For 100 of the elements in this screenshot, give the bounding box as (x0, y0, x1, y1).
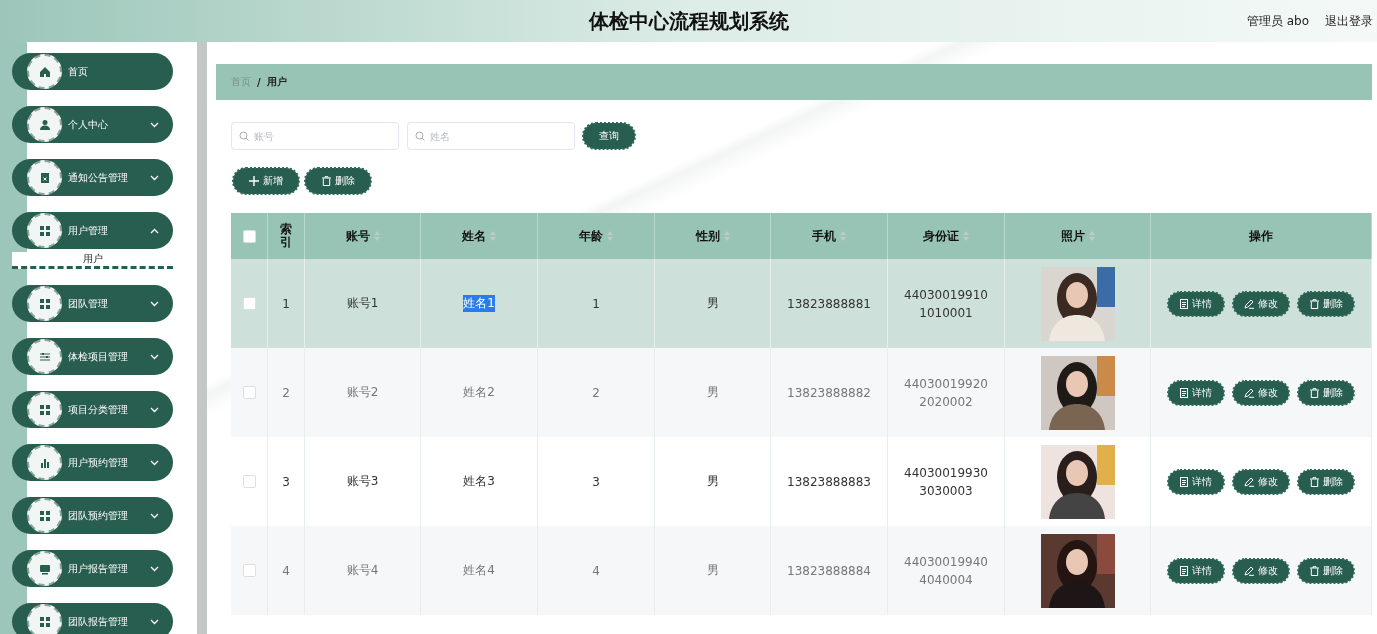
sort-icon[interactable] (1088, 231, 1095, 241)
edit-button[interactable]: 修改 (1233, 380, 1289, 405)
sidebar-item[interactable]: 团队报告管理 (12, 603, 173, 634)
row-checkbox[interactable] (242, 475, 256, 488)
delete-button[interactable]: 删除 (305, 168, 371, 194)
trash-icon (1309, 565, 1319, 576)
grid-icon (38, 509, 51, 522)
sidebar-item[interactable]: 用户预约管理 (12, 444, 173, 481)
table-cell: 姓名4 (463, 562, 495, 579)
delete-button[interactable]: 删除 (1298, 291, 1354, 316)
table-cell: 3 (282, 474, 290, 489)
details-button[interactable]: 详情 (1168, 469, 1224, 494)
table-cell: 3 (592, 474, 600, 489)
sidebar-item[interactable]: 团队预约管理 (12, 497, 173, 534)
delete-button[interactable]: 删除 (1298, 469, 1354, 494)
trash-icon (1309, 476, 1319, 487)
row-checkbox[interactable] (242, 386, 256, 399)
app-title: 体检中心流程规划系统 (588, 7, 789, 35)
details-button[interactable]: 详情 (1168, 291, 1224, 316)
search-icon (239, 131, 249, 141)
column-header: 操作 (1249, 227, 1273, 245)
plus-icon (249, 176, 259, 186)
table-cell: 13823888882 (787, 385, 871, 400)
search-field[interactable]: 姓名 (407, 122, 575, 150)
select-all-checkbox[interactable] (242, 229, 256, 243)
sidebar-item[interactable]: 个人中心 (12, 106, 173, 143)
document-icon (1180, 298, 1188, 309)
table-cell: 4 (592, 563, 600, 578)
table-cell-text: 440300199404040004 (903, 553, 989, 589)
sidebar-item[interactable]: 用户报告管理 (12, 550, 173, 587)
clipboard-icon (38, 171, 51, 184)
user-icon (38, 118, 51, 131)
table-cell: 13823888881 (787, 296, 871, 311)
delete-button[interactable]: 删除 (1298, 558, 1354, 583)
sidebar-item[interactable]: 团队管理 (12, 285, 173, 322)
details-button[interactable]: 详情 (1168, 380, 1224, 405)
document-icon (1180, 565, 1188, 576)
table-cell: 2 (282, 385, 290, 400)
table-cell: 账号2 (346, 384, 379, 401)
pen-icon (1244, 298, 1254, 309)
table-cell: 男 (706, 562, 719, 579)
grid-icon (38, 615, 51, 628)
column-header: 照片 (1060, 227, 1085, 245)
sort-icon[interactable] (723, 231, 730, 241)
sliders-icon (38, 350, 51, 363)
row-checkbox[interactable] (242, 564, 256, 577)
document-icon (1180, 476, 1188, 487)
sort-icon[interactable] (840, 231, 846, 241)
row-checkbox[interactable] (242, 297, 256, 310)
sidebar-item[interactable]: 体检项目管理 (12, 338, 173, 375)
table-cell: 男 (706, 295, 719, 312)
table-cell: 账号3 (346, 473, 379, 490)
search-field[interactable]: 账号 (231, 122, 399, 150)
pen-icon (1244, 565, 1254, 576)
table-cell: 账号1 (346, 295, 379, 312)
home-icon (38, 65, 51, 78)
edit-button[interactable]: 修改 (1233, 469, 1289, 494)
trash-icon (1309, 387, 1319, 398)
edit-button[interactable]: 修改 (1233, 291, 1289, 316)
table-cell-text: 440300199101010001 (903, 286, 989, 322)
monitor-icon (38, 562, 51, 575)
table-cell: 账号4 (346, 562, 379, 579)
table-cell: 男 (706, 473, 719, 490)
sort-icon[interactable] (373, 231, 380, 241)
pen-icon (1244, 476, 1254, 487)
sidebar-item[interactable]: 用户管理 (12, 212, 173, 249)
column-header: 手机 (812, 227, 836, 245)
breadcrumb-separator: / (257, 76, 261, 88)
column-header: 身份证 (923, 227, 959, 245)
document-icon (1180, 387, 1188, 398)
sort-icon[interactable] (963, 231, 969, 241)
table-cell: 姓名2 (463, 384, 495, 401)
table-cell: 13823888884 (787, 563, 871, 578)
logout-link[interactable]: 退出登录 (1325, 13, 1373, 30)
column-header: 索引 (280, 222, 292, 250)
table-cell: 姓名1 (463, 295, 495, 312)
sidebar-item[interactable]: 通知公告管理 (12, 159, 173, 196)
breadcrumb-item[interactable]: 用户 (266, 75, 287, 89)
trash-icon (321, 176, 331, 186)
trash-icon (1309, 298, 1319, 309)
details-button[interactable]: 详情 (1168, 558, 1224, 583)
table-cell: 姓名3 (463, 473, 495, 490)
column-header: 性别 (695, 227, 720, 245)
bar-chart-icon (38, 456, 51, 469)
table-cell: 1 (592, 296, 600, 311)
sort-icon[interactable] (490, 231, 496, 241)
add-button[interactable]: 新增 (233, 168, 299, 194)
search-icon (415, 131, 425, 141)
sidebar-item[interactable]: 首页 (12, 53, 173, 90)
edit-button[interactable]: 修改 (1233, 558, 1289, 583)
sidebar-item[interactable]: 项目分类管理 (12, 391, 173, 428)
sort-icon[interactable] (607, 231, 613, 241)
sidebar-subitem[interactable]: 用户 (12, 252, 173, 269)
table-cell: 13823888883 (787, 474, 871, 489)
delete-button[interactable]: 删除 (1298, 380, 1354, 405)
table-cell: 4 (282, 563, 290, 578)
user-name: 管理员 abo (1246, 13, 1309, 30)
column-header: 年龄 (579, 227, 603, 245)
query-button[interactable]: 查询 (583, 123, 635, 149)
table-cell-text: 440300199202020002 (903, 375, 989, 411)
